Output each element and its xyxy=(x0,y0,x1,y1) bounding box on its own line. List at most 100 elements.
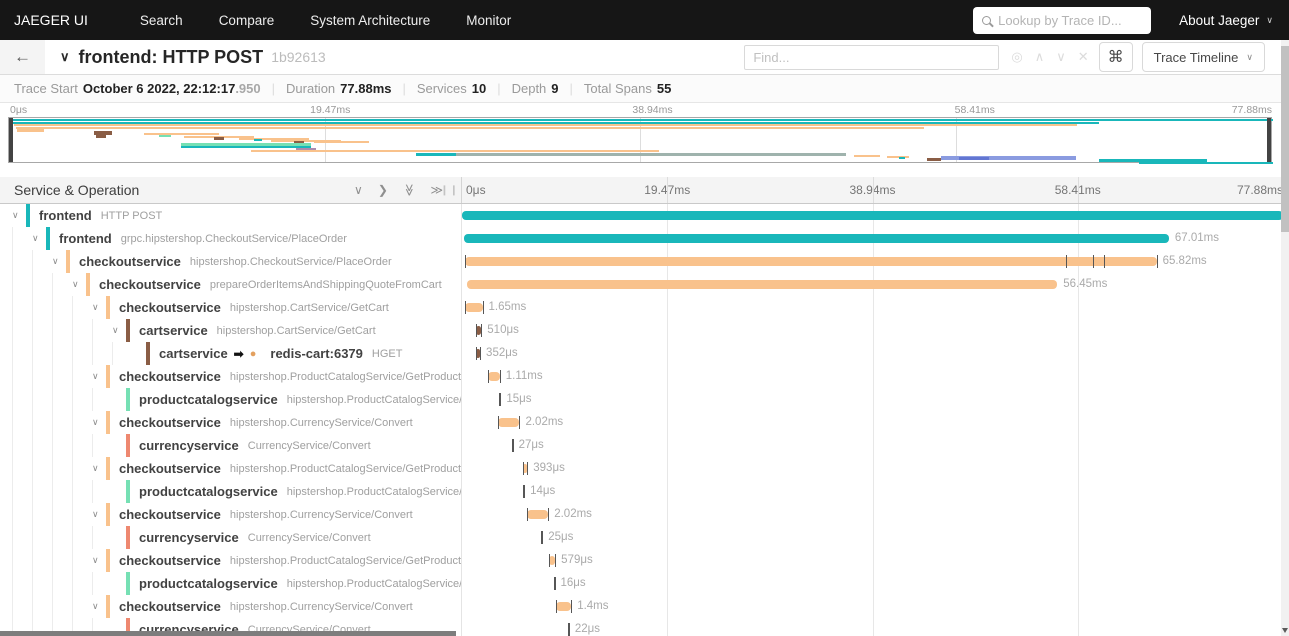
minimap-right-drag-handle[interactable] xyxy=(1267,118,1271,162)
span-duration-bar[interactable] xyxy=(556,602,572,611)
span-name-cell[interactable]: ∨ checkoutservice hipstershop.ProductCatal… xyxy=(0,457,462,480)
collapse-span-chevron-icon[interactable]: ∨ xyxy=(92,463,106,474)
service-color-bar xyxy=(126,388,130,411)
span-duration-bar[interactable] xyxy=(498,418,520,427)
span-name-cell[interactable]: ∨ frontend grpc.hipstershop.CheckoutServic… xyxy=(0,227,462,250)
span-edge-tick xyxy=(498,416,500,429)
minimap-left-drag-handle[interactable] xyxy=(9,118,13,162)
span-timeline-cell[interactable]: 65.82ms xyxy=(462,250,1283,273)
span-timeline-cell[interactable] xyxy=(462,204,1283,227)
span-timeline-cell[interactable]: 1.65ms xyxy=(462,296,1283,319)
span-edge-tick xyxy=(512,439,514,452)
span-name-cell[interactable]: ∨ frontend HTTP POST xyxy=(0,204,462,227)
span-timeline-cell[interactable]: 25μs xyxy=(462,526,1283,549)
back-button[interactable]: ← xyxy=(0,40,45,74)
expand-one-icon[interactable]: ❯ xyxy=(378,183,388,197)
span-name-cell[interactable]: ∨ checkoutservice hipstershop.CheckoutServ… xyxy=(0,250,462,273)
nav-item-monitor[interactable]: Monitor xyxy=(466,13,511,28)
app-logo[interactable]: JAEGER UI xyxy=(0,12,104,28)
span-name-cell[interactable]: ∨ checkoutservice hipstershop.CurrencyServ… xyxy=(0,595,462,618)
collapse-span-chevron-icon[interactable]: ∨ xyxy=(12,210,26,221)
span-duration-bar[interactable] xyxy=(463,234,1169,243)
span-duration-label: 393μs xyxy=(533,462,565,474)
span-duration-label: 65.82ms xyxy=(1162,255,1207,267)
span-duration-bar[interactable] xyxy=(526,510,549,519)
collapse-span-chevron-icon[interactable]: ∨ xyxy=(72,279,86,290)
indent-guide xyxy=(12,503,32,526)
service-name: productcatalogservice xyxy=(139,392,278,407)
span-timeline-cell[interactable]: 27μs xyxy=(462,434,1283,457)
collapse-span-chevron-icon[interactable]: ∨ xyxy=(92,555,106,566)
span-name-cell[interactable]: ∨ checkoutservice hipstershop.ProductCatal… xyxy=(0,549,462,572)
nav-item-system-architecture[interactable]: System Architecture xyxy=(310,13,430,28)
minimap-canvas[interactable] xyxy=(8,117,1273,164)
indent-guide xyxy=(72,296,92,319)
span-timeline-cell[interactable]: 1.11ms xyxy=(462,365,1283,388)
vertical-scrollbar-thumb[interactable] xyxy=(1281,46,1289,232)
indent-guide xyxy=(12,227,32,250)
collapse-one-icon[interactable]: ∨ xyxy=(354,183,363,197)
trace-view-select[interactable]: Trace Timeline ∨ xyxy=(1141,42,1265,72)
span-timeline-cell[interactable]: 393μs xyxy=(462,457,1283,480)
span-timeline-cell[interactable]: 67.01ms xyxy=(462,227,1283,250)
span-timeline-cell[interactable]: 14μs xyxy=(462,480,1283,503)
collapse-span-chevron-icon[interactable]: ∨ xyxy=(92,417,106,428)
find-input[interactable]: Find... xyxy=(744,44,1000,70)
span-duration-label: 25μs xyxy=(548,531,574,543)
span-name-cell[interactable]: currencyservice CurrencyService/Convert xyxy=(0,526,462,549)
span-duration-bar[interactable] xyxy=(465,303,483,312)
table-row: ∨ cartservice hipstershop.CartService/GetC… xyxy=(0,319,1289,342)
span-name-cell[interactable]: ∨ checkoutservice prepareOrderItemsAndShip… xyxy=(0,273,462,296)
collapse-span-chevron-icon[interactable]: ∨ xyxy=(92,302,106,313)
span-timeline-cell[interactable]: 56.45ms xyxy=(462,273,1283,296)
scroll-down-arrow-icon[interactable] xyxy=(1282,628,1288,633)
span-name-cell[interactable]: ∨ cartservice hipstershop.CartService/GetC… xyxy=(0,319,462,342)
span-name-cell[interactable]: ∨ checkoutservice hipstershop.CurrencyServ… xyxy=(0,503,462,526)
span-name-cell[interactable]: ∨ checkoutservice hipstershop.CartService/… xyxy=(0,296,462,319)
span-timeline-cell[interactable]: 2.02ms xyxy=(462,411,1283,434)
trace-id-lookup-input[interactable]: Lookup by Trace ID... xyxy=(973,6,1152,34)
vertical-scrollbar[interactable] xyxy=(1281,40,1289,636)
column-resizer-handle[interactable]: ❙❙ xyxy=(440,185,459,196)
span-timeline-cell[interactable]: 2.02ms xyxy=(462,503,1283,526)
span-name-cell[interactable]: cartservice ➡ ● redis-cart:6379 HGET xyxy=(0,342,462,365)
collapse-span-chevron-icon[interactable]: ∨ xyxy=(112,325,126,336)
collapse-span-chevron-icon[interactable]: ∨ xyxy=(92,509,106,520)
span-timeline-cell[interactable]: 15μs xyxy=(462,388,1283,411)
nav-item-search[interactable]: Search xyxy=(140,13,183,28)
collapse-span-chevron-icon[interactable]: ∨ xyxy=(92,601,106,612)
clear-find-icon[interactable]: ✕ xyxy=(1078,49,1089,65)
horizontal-scrollbar-thumb[interactable] xyxy=(0,631,456,636)
span-name-cell[interactable]: productcatalogservice hipstershop.Product… xyxy=(0,572,462,595)
span-name-cell[interactable]: currencyservice CurrencyService/Convert xyxy=(0,434,462,457)
span-name-cell[interactable]: productcatalogservice hipstershop.Product… xyxy=(0,388,462,411)
span-duration-bar[interactable] xyxy=(462,211,1283,220)
nav-item-compare[interactable]: Compare xyxy=(219,13,275,28)
span-name-cell[interactable]: productcatalogservice hipstershop.Product… xyxy=(0,480,462,503)
collapse-span-chevron-icon[interactable]: ∨ xyxy=(92,371,106,382)
collapse-trace-chevron-icon[interactable]: ∨ xyxy=(60,49,70,65)
next-match-icon[interactable]: ∨ xyxy=(1056,49,1066,65)
collapse-span-chevron-icon[interactable]: ∨ xyxy=(52,256,66,267)
span-timeline-cell[interactable]: 22μs xyxy=(462,618,1283,636)
indent-guide xyxy=(52,296,72,319)
span-timeline-cell[interactable]: 1.4ms xyxy=(462,595,1283,618)
span-name-cell[interactable]: ∨ checkoutservice hipstershop.CurrencyServ… xyxy=(0,411,462,434)
focus-match-icon[interactable]: ◎ xyxy=(1011,49,1022,65)
span-timeline-cell[interactable]: 16μs xyxy=(462,572,1283,595)
span-duration-bar[interactable] xyxy=(465,257,1157,266)
service-color-bar xyxy=(86,273,90,296)
span-duration-bar[interactable] xyxy=(488,372,500,381)
span-timeline-cell[interactable]: 352μs xyxy=(462,342,1283,365)
prev-match-icon[interactable]: ∧ xyxy=(1035,49,1045,65)
indent-pad xyxy=(0,365,12,388)
span-timeline-cell[interactable]: 510μs xyxy=(462,319,1283,342)
keyboard-shortcuts-button[interactable]: ⌘ xyxy=(1098,42,1133,72)
collapse-span-chevron-icon[interactable]: ∨ xyxy=(32,233,46,244)
collapse-all-icon[interactable]: ≫ xyxy=(402,184,416,197)
span-timeline-cell[interactable]: 579μs xyxy=(462,549,1283,572)
indent-guide xyxy=(32,342,52,365)
span-duration-bar[interactable] xyxy=(466,280,1058,289)
span-name-cell[interactable]: ∨ checkoutservice hipstershop.ProductCatal… xyxy=(0,365,462,388)
about-jaeger-menu[interactable]: About Jaeger ∨ xyxy=(1179,13,1273,28)
